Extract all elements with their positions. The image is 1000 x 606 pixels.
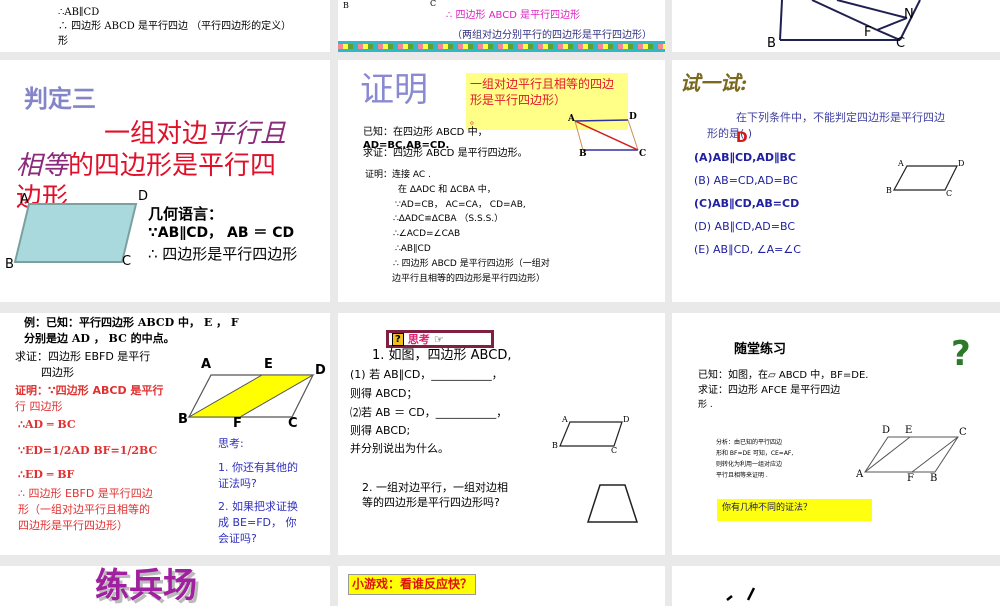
- think-line: 思考:: [218, 437, 244, 450]
- think-line: 成 BE=FD， 你: [218, 516, 297, 529]
- proof-line: 形: [58, 36, 68, 47]
- conclusion-text: ∴ 四边形 ABCD 是平行四边形: [446, 10, 581, 21]
- slide-thumbnail[interactable]: 试一试: 在下列条件中，不能判定四边形是平行四边 形的是( ) D (A)AB∥…: [672, 60, 1000, 302]
- point-label: C: [959, 427, 967, 438]
- point-label: B: [767, 36, 776, 51]
- slide-thumbnail[interactable]: 判定三 一组对边平行且 相等的四边形是平行四 边形 A D B C 几何语言： …: [0, 60, 330, 302]
- proof-line: ∴ΔADC≌ΔCBA （S.S.S.）: [393, 214, 504, 224]
- parallelogram-figure: [13, 203, 138, 263]
- slide-thumbnail[interactable]: B C ∴ 四边形 ABCD 是平行四边形 （两组对边分别平行的四边形是平行四边…: [338, 0, 665, 52]
- point-label: B: [343, 1, 349, 10]
- point-label: B: [552, 441, 558, 450]
- slide-thumbnail[interactable]: 随堂练习 ? 已知：如图，在▱ ABCD 中，BF=DE. 求证：四边形 AFC…: [672, 313, 1000, 555]
- point-label: F: [864, 25, 872, 40]
- slide-thumbnail[interactable]: 练兵场: [0, 566, 330, 606]
- slide-thumbnail[interactable]: [672, 566, 1000, 606]
- proof-line: ∴∠ACD=∠CAB: [393, 229, 461, 239]
- parallelogram-figure: [892, 165, 958, 191]
- point-label: C: [896, 36, 906, 51]
- point-label: D: [958, 159, 965, 168]
- callout-text: 你有几种不同的证法？: [722, 503, 813, 513]
- point-label: N: [904, 7, 914, 22]
- geo-title: 几何语言：: [148, 205, 224, 223]
- point-label: B: [5, 257, 14, 272]
- proof-line: ∴AB∥CD: [58, 7, 100, 18]
- slide-thumbnail[interactable]: 例：已知：平行四边形 ABCD 中， E ， F 分别是边 AD ， BC 的中…: [0, 313, 330, 555]
- proof-line: ∵AD=CB， AC=CA， CD=AB,: [395, 200, 526, 210]
- point-label: A: [201, 357, 212, 372]
- point-label: C: [946, 189, 953, 198]
- point-label: D: [315, 363, 326, 378]
- geo-line: ∵AB∥CD， AB ＝ CD: [148, 225, 295, 241]
- point-label: C: [430, 0, 437, 8]
- proof-line: ∴AB∥CD: [395, 244, 431, 254]
- point-label: A: [856, 469, 864, 480]
- reason-text: （两组对边分别平行的四边形是平行四边形）: [452, 30, 652, 41]
- point-label: A: [20, 192, 29, 207]
- think-line: 2. 如果把求证换: [218, 500, 298, 513]
- think-line: 证法吗?: [218, 477, 257, 490]
- point-label: A: [898, 159, 904, 168]
- geometry-figure: [779, 0, 921, 41]
- point-label: A: [562, 415, 568, 424]
- point-label: C: [288, 416, 298, 431]
- handwritten-mark: [726, 587, 756, 601]
- point-label: C: [122, 254, 132, 269]
- slide-thumbnail[interactable]: ? 思考 ☞ 1. 如图，四边形 ABCD, (1) 若 AB∥CD，_____…: [338, 313, 665, 555]
- decorative-band: [338, 41, 665, 52]
- proof-line: 证明：连接 AC .: [365, 170, 431, 180]
- proof-line: 边平行且相等的四边形是平行四边形）: [392, 274, 546, 284]
- think-line: 会证吗?: [218, 532, 257, 545]
- proof-line: 在 ΔADC 和 ΔCBA 中，: [398, 185, 496, 195]
- point-label: A: [568, 114, 575, 124]
- slide-thumbnail[interactable]: 证明 一组对边平行且相等的四边形是平行四边形） 。 A D B C 已知：在四边…: [338, 60, 665, 302]
- point-label: B: [579, 149, 587, 159]
- proof-line: ∴ 四边形 ABCD 是平行四边 （平行四边形的定义）: [58, 21, 292, 32]
- point-label: D: [629, 112, 637, 122]
- point-label: D: [138, 189, 149, 204]
- point-label: B: [886, 186, 892, 195]
- point-label: C: [639, 149, 647, 159]
- shapes-figure: [559, 421, 639, 523]
- proof-line: 已知：在四边形 ABCD 中，: [363, 127, 488, 138]
- slide-thumbnail[interactable]: ∴AB∥CD ∴ 四边形 ABCD 是平行四边 （平行四边形的定义） 形: [0, 0, 330, 52]
- point-label: F: [233, 416, 242, 431]
- think-line: 1. 你还有其他的: [218, 461, 298, 474]
- proof-line: ∴ 四边形 ABCD 是平行四边形（一组对: [393, 259, 550, 269]
- geo-line: ∴ 四边形是平行四边形: [148, 245, 298, 263]
- game-banner: 小游戏：看谁反应快？: [348, 574, 477, 596]
- point-label: D: [623, 415, 630, 424]
- point-label: F: [907, 473, 914, 484]
- point-label: B: [178, 412, 188, 427]
- slide-thumbnail[interactable]: N F B C: [672, 0, 1000, 52]
- point-label: E: [264, 357, 273, 372]
- point-label: E: [905, 425, 913, 436]
- proof-line: 求证：四边形 ABCD 是平行四边形。: [363, 148, 528, 159]
- point-label: D: [882, 425, 891, 436]
- point-label: B: [930, 473, 938, 484]
- slide-thumbnail[interactable]: 小游戏：看谁反应快？: [338, 566, 665, 606]
- point-label: C: [611, 446, 618, 455]
